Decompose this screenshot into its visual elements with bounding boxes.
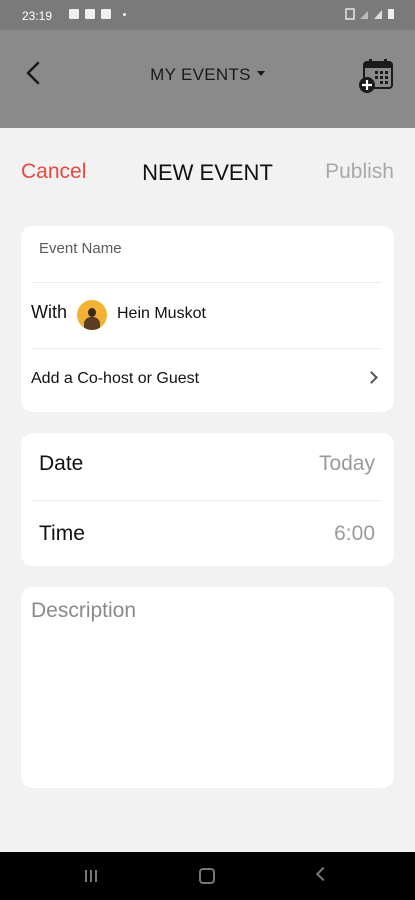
nav-back-icon[interactable] (315, 866, 331, 882)
event-details-card: Event Name With Hein Muskot Add a Co-hos… (21, 226, 394, 412)
more-notifications-icon (123, 12, 126, 16)
caret-down-icon (256, 71, 265, 77)
avatar (77, 300, 107, 330)
description-card[interactable]: Description (21, 587, 394, 788)
signal-icon (374, 10, 382, 19)
notification-icons (69, 9, 126, 19)
date-label: Date (39, 452, 84, 475)
events-dropdown[interactable]: MY EVENTS (0, 65, 415, 85)
image-notification-icon (69, 9, 79, 19)
divider (31, 348, 382, 349)
with-label: With (31, 302, 67, 322)
wifi-icon (360, 11, 368, 19)
host-name: Hein Muskot (117, 305, 206, 322)
date-value: Today (318, 452, 375, 475)
add-cohost-label: Add a Co-host or Guest (31, 370, 200, 387)
app-notification-icon (101, 9, 111, 19)
status-bar: 23:19 (0, 0, 415, 30)
event-name-input[interactable]: Event Name (39, 240, 122, 257)
publish-button[interactable]: Publish (325, 160, 394, 184)
calendar-add-icon[interactable] (358, 58, 396, 94)
recents-icon[interactable] (84, 868, 98, 884)
divider (31, 282, 382, 283)
mute-icon (345, 8, 355, 20)
time-label: Time (39, 522, 85, 545)
battery-icon (388, 9, 394, 19)
chevron-right-icon (365, 371, 378, 384)
app-header: MY EVENTS (0, 30, 415, 128)
schedule-card: Date Today Time 6:00 (21, 433, 394, 566)
navigation-bar (0, 852, 415, 900)
system-icons (345, 8, 395, 20)
divider (31, 500, 382, 501)
bag-notification-icon (85, 9, 95, 19)
header-title: MY EVENTS (150, 65, 251, 84)
new-event-sheet: Cancel NEW EVENT Publish Event Name With… (0, 128, 415, 852)
status-time: 23:19 (22, 9, 53, 23)
description-input[interactable]: Description (31, 599, 136, 623)
home-icon[interactable] (199, 868, 215, 884)
time-value: 6:00 (334, 522, 375, 545)
